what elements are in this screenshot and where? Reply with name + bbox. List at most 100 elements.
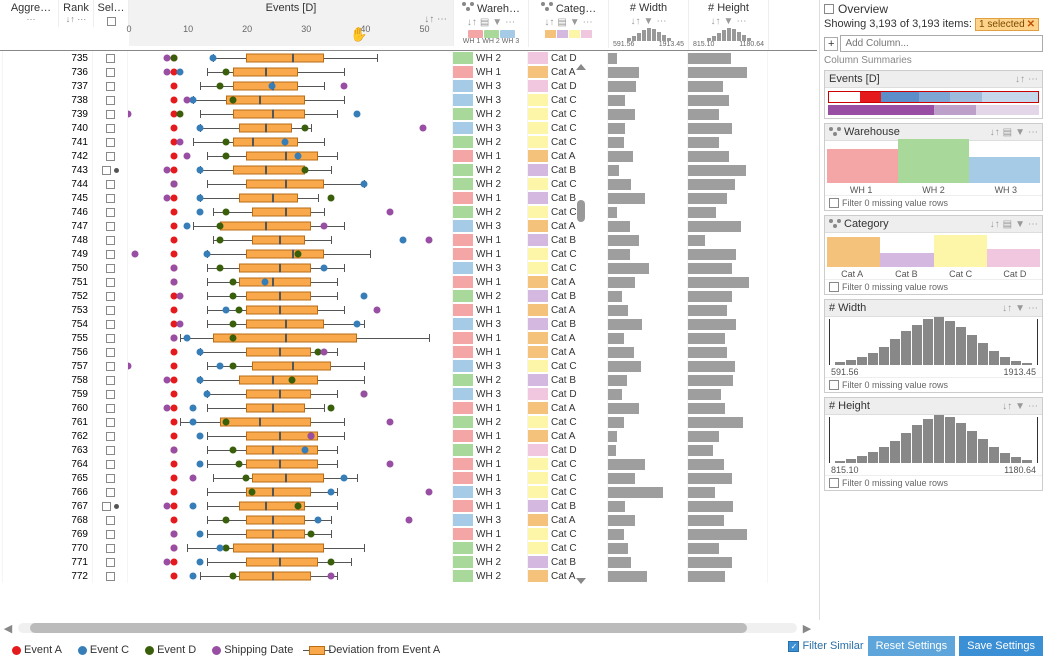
row-checkbox[interactable]: [106, 264, 115, 273]
overview-checkbox[interactable]: [824, 4, 834, 14]
selected-badge[interactable]: 1 selected✕: [975, 18, 1039, 31]
table-row[interactable]: 745WH 1Cat B: [0, 191, 817, 205]
table-row[interactable]: 755WH 1Cat A: [0, 331, 817, 345]
row-checkbox[interactable]: [106, 250, 115, 259]
filter-missing-checkbox[interactable]: [829, 478, 839, 488]
sort-icon[interactable]: ↓↑: [1002, 401, 1012, 412]
filter-icon[interactable]: ▼: [1015, 219, 1025, 230]
table-row[interactable]: 766WH 3Cat C: [0, 485, 817, 499]
row-checkbox[interactable]: [106, 292, 115, 301]
group-icon[interactable]: ▤: [1003, 219, 1012, 230]
table-row[interactable]: 747WH 3Cat A: [0, 219, 817, 233]
col-warehouse[interactable]: Wareh… ↓↑▤▼⋯ WH 1WH 2WH 3: [454, 0, 529, 47]
table-row[interactable]: 765WH 1Cat C: [0, 471, 817, 485]
filter-icon[interactable]: ▼: [1015, 127, 1025, 138]
filter-icon[interactable]: ▼: [1015, 401, 1025, 412]
table-row[interactable]: 751WH 1Cat A: [0, 275, 817, 289]
row-checkbox[interactable]: [106, 376, 115, 385]
save-button[interactable]: Save Settings: [959, 636, 1043, 656]
row-checkbox[interactable]: [102, 166, 111, 175]
vertical-scrollbar[interactable]: [575, 72, 585, 576]
table-row[interactable]: 763WH 2Cat D: [0, 443, 817, 457]
row-checkbox[interactable]: [102, 502, 111, 511]
row-checkbox[interactable]: [106, 446, 115, 455]
table-row[interactable]: 757WH 3Cat C: [0, 359, 817, 373]
table-row[interactable]: 768WH 3Cat A: [0, 513, 817, 527]
row-checkbox[interactable]: [106, 530, 115, 539]
col-sel[interactable]: Sel…: [94, 0, 129, 28]
table-row[interactable]: 739WH 2Cat C: [0, 107, 817, 121]
more-icon[interactable]: ⋯: [1028, 74, 1038, 85]
table-row[interactable]: 741WH 2Cat C: [0, 135, 817, 149]
filter-similar-check[interactable]: ✓Filter Similar: [788, 640, 863, 652]
table-row[interactable]: 758WH 2Cat B: [0, 373, 817, 387]
row-checkbox[interactable]: [106, 306, 115, 315]
reset-button[interactable]: Reset Settings: [868, 636, 956, 656]
col-width[interactable]: Width ↓↑▼⋯ 591.561913.45: [609, 0, 689, 50]
more-icon[interactable]: ⋯: [1028, 303, 1038, 314]
row-checkbox[interactable]: [106, 110, 115, 119]
filter-missing-checkbox[interactable]: [829, 380, 839, 390]
filter-missing-checkbox[interactable]: [829, 198, 839, 208]
table-row[interactable]: 761WH 2Cat C: [0, 415, 817, 429]
row-checkbox[interactable]: [106, 558, 115, 567]
table-row[interactable]: 753WH 1Cat A: [0, 303, 817, 317]
col-category[interactable]: Categ… ↓↑▤▼⋯: [529, 0, 609, 48]
row-checkbox[interactable]: [106, 418, 115, 427]
table-row[interactable]: 764WH 1Cat C: [0, 457, 817, 471]
row-checkbox[interactable]: [106, 138, 115, 147]
table-row[interactable]: 737WH 3Cat D: [0, 79, 817, 93]
col-rank[interactable]: Rank ↓↑ ⋯: [59, 0, 94, 27]
table-row[interactable]: 752WH 2Cat B: [0, 289, 817, 303]
add-column-plus[interactable]: +: [824, 37, 838, 51]
row-checkbox[interactable]: [106, 68, 115, 77]
row-checkbox[interactable]: [106, 222, 115, 231]
table-row[interactable]: 743WH 2Cat B: [0, 163, 817, 177]
row-checkbox[interactable]: [106, 572, 115, 581]
table-row[interactable]: 762WH 1Cat A: [0, 429, 817, 443]
table-row[interactable]: 769WH 1Cat C: [0, 527, 817, 541]
table-row[interactable]: 760WH 1Cat A: [0, 401, 817, 415]
row-checkbox[interactable]: [106, 488, 115, 497]
more-icon[interactable]: ⋯: [1028, 127, 1038, 138]
row-checkbox[interactable]: [106, 124, 115, 133]
row-checkbox[interactable]: [106, 362, 115, 371]
table-row[interactable]: 744WH 2Cat C: [0, 177, 817, 191]
add-column-input[interactable]: [840, 35, 1043, 52]
table-row[interactable]: 754WH 3Cat B: [0, 317, 817, 331]
table-row[interactable]: 740WH 3Cat C: [0, 121, 817, 135]
table-row[interactable]: 736WH 1Cat A: [0, 65, 817, 79]
row-checkbox[interactable]: [106, 194, 115, 203]
horizontal-scrollbar[interactable]: ◀ ▶: [0, 620, 815, 636]
col-aggre[interactable]: Aggre… ⋯: [4, 0, 59, 27]
table-row[interactable]: 749WH 1Cat C: [0, 247, 817, 261]
sort-icon[interactable]: ↓↑: [1002, 303, 1012, 314]
group-icon[interactable]: ▤: [1003, 127, 1012, 138]
row-checkbox[interactable]: [106, 390, 115, 399]
row-checkbox[interactable]: [106, 236, 115, 245]
row-checkbox[interactable]: [106, 278, 115, 287]
table-row[interactable]: 767WH 1Cat B: [0, 499, 817, 513]
table-row[interactable]: 748WH 1Cat B: [0, 233, 817, 247]
sort-icon[interactable]: ↓↑: [990, 127, 1000, 138]
col-height[interactable]: Height ↓↑▼⋯ 815.101180.64: [689, 0, 769, 50]
table-row[interactable]: 756WH 1Cat A: [0, 345, 817, 359]
row-checkbox[interactable]: [106, 180, 115, 189]
row-checkbox[interactable]: [106, 516, 115, 525]
sort-icon[interactable]: ↓↑: [990, 219, 1000, 230]
table-row[interactable]: 750WH 3Cat C: [0, 261, 817, 275]
table-row[interactable]: 772WH 2Cat A: [0, 569, 817, 583]
more-icon[interactable]: ⋯: [1028, 401, 1038, 412]
row-checkbox[interactable]: [106, 54, 115, 63]
table-row[interactable]: 759WH 3Cat D: [0, 387, 817, 401]
filter-missing-checkbox[interactable]: [829, 282, 839, 292]
row-checkbox[interactable]: [106, 348, 115, 357]
row-checkbox[interactable]: [106, 432, 115, 441]
more-icon[interactable]: ⋯: [1028, 219, 1038, 230]
row-checkbox[interactable]: [106, 474, 115, 483]
row-checkbox[interactable]: [106, 544, 115, 553]
col-events[interactable]: Events [D] ↓↑ ⋯ 01020304050: [129, 0, 454, 46]
row-checkbox[interactable]: [106, 460, 115, 469]
row-checkbox[interactable]: [106, 208, 115, 217]
table-row[interactable]: 771WH 2Cat B: [0, 555, 817, 569]
